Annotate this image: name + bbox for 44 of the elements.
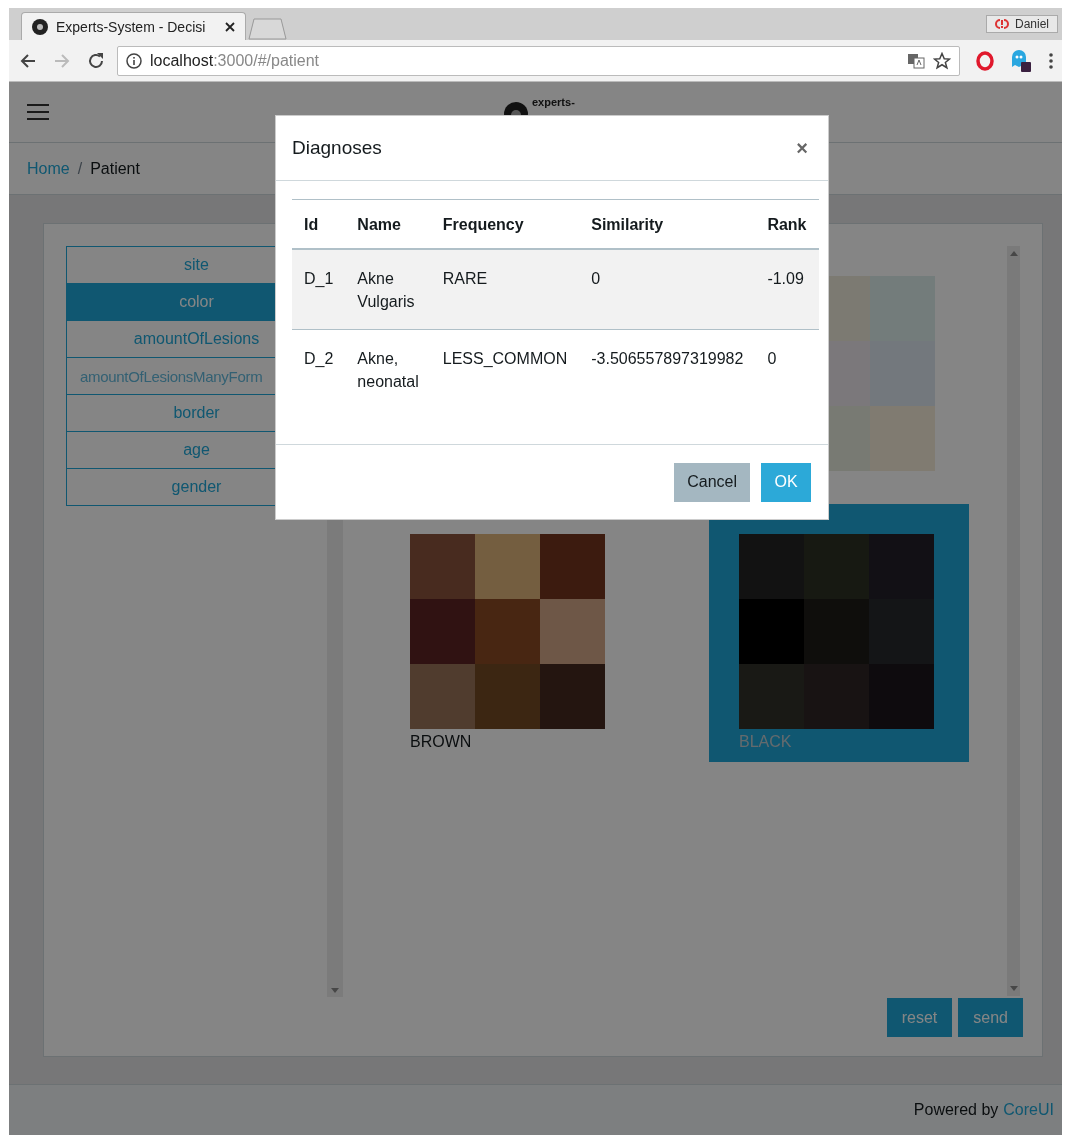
footer-text: Powered by xyxy=(913,1101,999,1119)
breadcrumb-separator: / xyxy=(77,159,83,178)
action-button[interactable]: send xyxy=(958,998,1023,1037)
menu-icon[interactable] xyxy=(27,103,49,121)
star-icon[interactable] xyxy=(933,51,951,70)
table-cell: -1.09 xyxy=(767,270,804,287)
column-header: Id xyxy=(292,199,346,249)
column-header: Rank xyxy=(755,199,819,249)
ghost-icon[interactable] xyxy=(1010,48,1032,73)
column-header: Name xyxy=(345,199,431,249)
footer-link[interactable]: CoreUI xyxy=(1003,1101,1054,1119)
column-header: Frequency xyxy=(430,199,580,249)
color-option[interactable]: BROWN xyxy=(380,504,640,762)
table-cell: 0 xyxy=(591,270,601,287)
table-cell: Akne, neonatal xyxy=(357,350,419,390)
opera-icon[interactable] xyxy=(976,50,994,71)
action-button[interactable]: reset xyxy=(886,998,953,1037)
breadcrumb-link[interactable]: Home xyxy=(27,159,70,178)
breadcrumb-current: Patient xyxy=(90,159,140,178)
translate-icon[interactable] xyxy=(907,52,925,69)
table-cell: Akne Vulgaris xyxy=(357,270,415,310)
table-cell: RARE xyxy=(442,270,488,287)
option-label: BROWN xyxy=(410,733,472,751)
browser-tab[interactable]: Experts-System - Decisi xyxy=(21,12,246,40)
table-cell: LESS_COMMON xyxy=(442,350,568,367)
sync-error-icon xyxy=(994,18,1009,30)
column-header: Similarity xyxy=(579,199,756,249)
back-icon[interactable] xyxy=(19,51,37,70)
brand-name: experts- xyxy=(532,96,575,108)
option-label: BLACK xyxy=(739,733,792,751)
record-icon xyxy=(32,18,48,35)
close-icon[interactable] xyxy=(225,21,235,32)
profile-button[interactable]: Daniel xyxy=(985,15,1058,33)
cancel-button[interactable]: Cancel xyxy=(674,462,750,502)
menu-icon[interactable] xyxy=(1048,51,1054,70)
table-cell: 0 xyxy=(767,350,777,367)
reload-icon[interactable] xyxy=(87,51,105,70)
close-button[interactable]: × xyxy=(792,136,812,160)
dialog-title: Diagnoses xyxy=(292,137,382,159)
address-field[interactable]: localhost:3000/#/patient xyxy=(117,45,960,76)
color-option[interactable]: BLACK xyxy=(709,504,969,762)
info-icon xyxy=(126,52,142,69)
table-cell: -3.506557897319982 xyxy=(591,350,744,367)
ok-button[interactable]: OK xyxy=(761,462,811,502)
